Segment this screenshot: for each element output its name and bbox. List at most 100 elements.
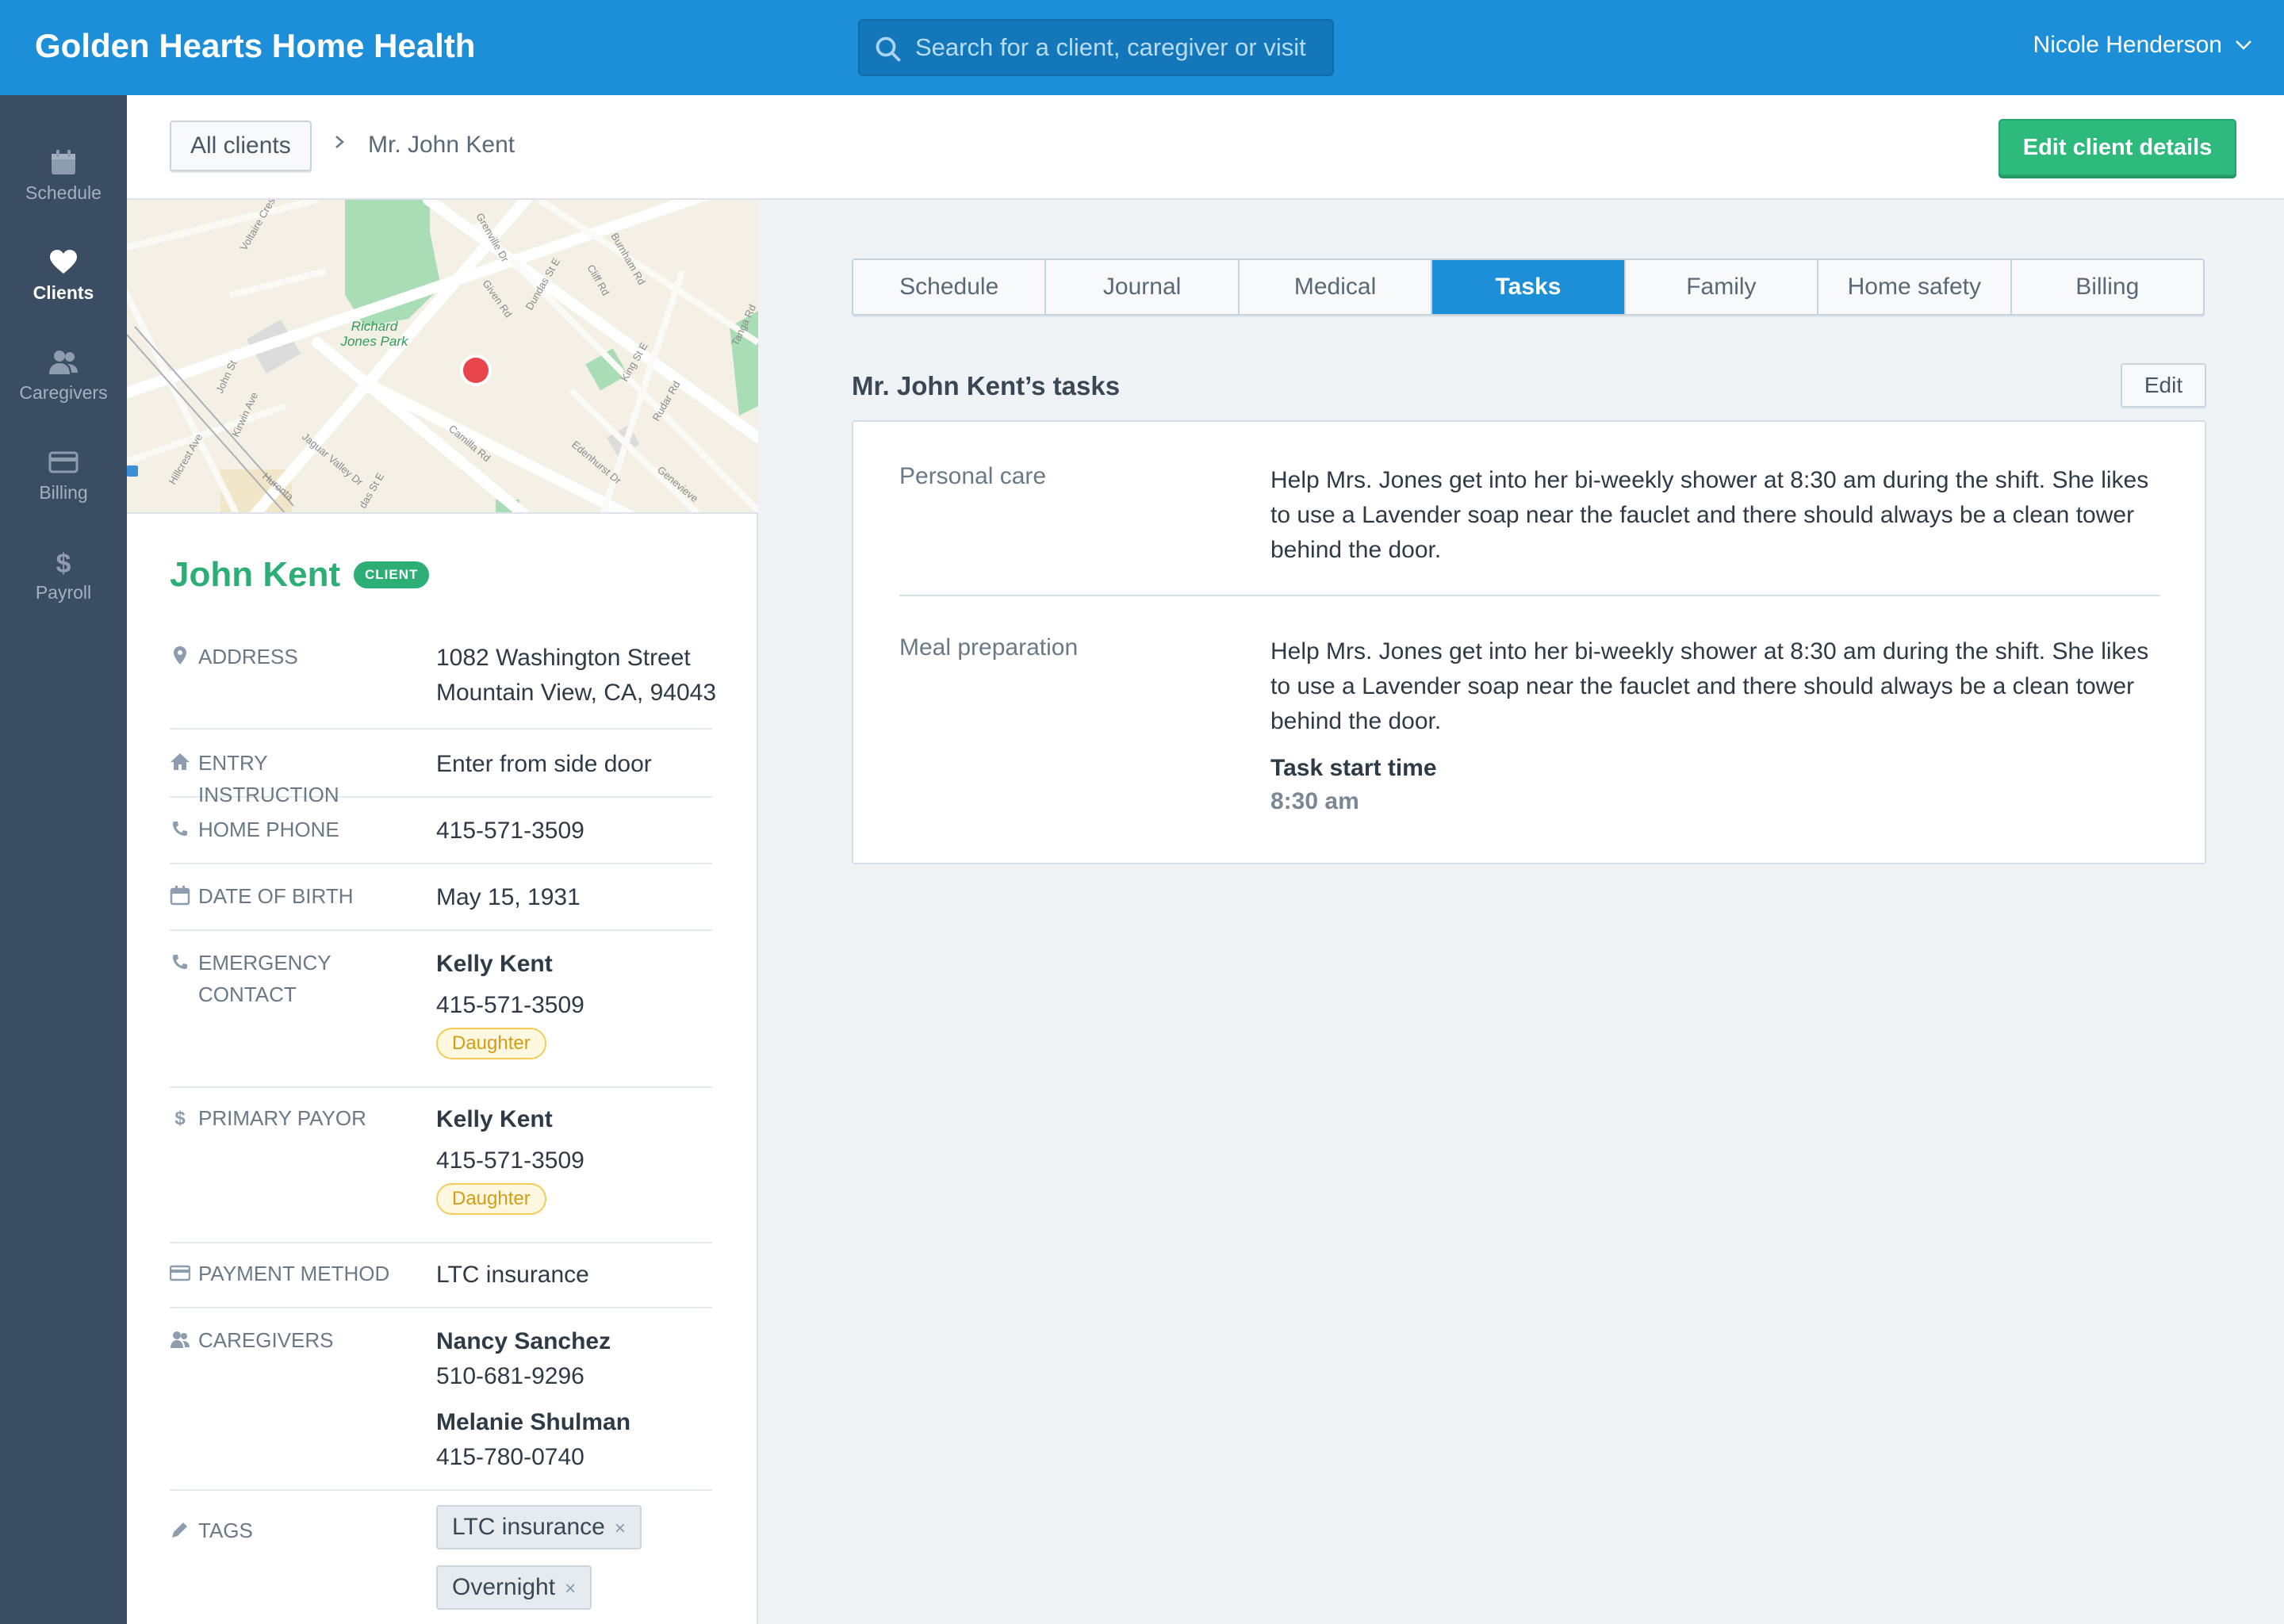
payment-value: LTC insurance — [436, 1262, 589, 1288]
tag-chip: LTC insurance × — [436, 1505, 642, 1549]
sidebar-item-billing[interactable]: Billing — [0, 449, 127, 536]
people-icon — [49, 350, 78, 374]
top-bar: Golden Hearts Home Health Nicole Henders… — [0, 0, 2284, 95]
dollar-icon: $ — [174, 1108, 186, 1128]
task-name: Personal care — [899, 463, 1047, 489]
phone-icon — [173, 822, 187, 836]
task-description: Help Mrs. Jones get into her bi-weekly s… — [1270, 638, 2149, 734]
task-start-label: Task start time — [1270, 755, 1437, 781]
task-divider — [899, 595, 2160, 596]
payor-name: Kelly Kent — [436, 1106, 553, 1132]
caregiver-phone: 510-681-9296 — [436, 1363, 584, 1389]
client-map[interactable]: Voltaire Cres John St Kirwin Ave Jaguar … — [127, 200, 758, 514]
client-panel: Voltaire Cres John St Kirwin Ave Jaguar … — [127, 200, 758, 1624]
sidebar-item-clients[interactable]: Clients — [0, 249, 127, 336]
heart-icon — [50, 250, 77, 274]
dollar-icon: $ — [56, 549, 71, 576]
app-title: Golden Hearts Home Health — [35, 27, 476, 64]
sidebar-item-label: Billing — [39, 482, 88, 503]
sidebar-item-label: Clients — [33, 282, 94, 303]
caregiver-name[interactable]: Nancy Sanchez — [436, 1324, 722, 1359]
remove-tag-button[interactable]: × — [565, 1578, 576, 1599]
sidebar: Schedule Clients Caregivers Billing $ Pa… — [0, 95, 127, 1624]
tab-home-safety[interactable]: Home safety — [1818, 260, 2012, 314]
task-name: Meal preparation — [899, 634, 1079, 661]
svg-text:$: $ — [174, 1108, 186, 1128]
home-phone-label: HOME PHONE — [198, 818, 339, 841]
chevron-right-icon — [335, 136, 344, 148]
calendar-icon — [170, 886, 190, 906]
emergency-phone: 415-571-3509 — [436, 992, 584, 1018]
tag-chip: Overnight × — [436, 1565, 592, 1610]
client-tabs: Schedule Journal Medical Tasks Family Ho… — [852, 259, 2205, 316]
payment-label: PAYMENT METHOD — [198, 1262, 390, 1285]
svg-text:$: $ — [56, 549, 71, 576]
address-label: ADDRESS — [198, 645, 298, 668]
task-start-value: 8:30 am — [1270, 788, 1359, 814]
home-icon — [171, 753, 190, 770]
card-icon — [170, 1265, 190, 1281]
tab-journal[interactable]: Journal — [1046, 260, 1240, 314]
relation-tag: Daughter — [436, 1183, 546, 1215]
remove-tag-button[interactable]: × — [615, 1518, 626, 1539]
relation-tag: Daughter — [436, 1028, 546, 1059]
tab-family[interactable]: Family — [1626, 260, 1819, 314]
people-icon — [171, 1331, 190, 1348]
map-park-label: Jones Park — [339, 334, 409, 349]
caregiver-name[interactable]: Melanie Shulman — [436, 1405, 722, 1440]
search-box[interactable] — [858, 19, 1334, 76]
sidebar-item-caregivers[interactable]: Caregivers — [0, 349, 127, 436]
info-row-home-phone: HOME PHONE 415-571-3509 — [170, 814, 712, 864]
sidebar-item-label: Caregivers — [19, 382, 108, 403]
sidebar-item-label: Payroll — [35, 582, 92, 603]
edit-client-details-button[interactable]: Edit client details — [1998, 119, 2236, 176]
emergency-label-2: CONTACT — [198, 982, 297, 1006]
header-band: All clients Mr. John Kent Edit client de… — [127, 95, 2284, 200]
tags-label: TAGS — [198, 1519, 253, 1542]
map-park-label: Richard — [351, 319, 398, 334]
address-line2: Mountain View, CA, 94043 — [436, 680, 717, 706]
info-row-dob: DATE OF BIRTH May 15, 1931 — [170, 880, 712, 931]
info-row-entry: ENTRY INSTRUCTION Enter from side door — [170, 747, 712, 806]
user-name: Nicole Henderson — [2033, 32, 2222, 58]
phone-icon — [173, 955, 187, 969]
pencil-icon — [172, 1522, 187, 1538]
breadcrumb-current: Mr. John Kent — [368, 132, 515, 158]
address-line1: 1082 Washington Street — [436, 645, 691, 671]
entry-label: ENTRY INSTRUCTION — [198, 751, 339, 806]
calendar-icon — [52, 150, 75, 174]
all-clients-button[interactable]: All clients — [170, 121, 312, 171]
tasks-title: Mr. John Kent’s tasks — [852, 371, 1121, 400]
tab-tasks[interactable]: Tasks — [1432, 260, 1626, 314]
client-name: John Kent — [170, 555, 341, 594]
sidebar-item-label: Schedule — [25, 182, 102, 203]
sidebar-item-payroll[interactable]: $ Payroll — [0, 549, 127, 636]
emergency-label: EMERGENCY — [198, 951, 331, 975]
info-row-address: ADDRESS 1082 Washington Street Mountain … — [170, 641, 716, 730]
edit-tasks-button[interactable]: Edit — [2121, 363, 2206, 408]
payor-phone: 415-571-3509 — [436, 1147, 584, 1174]
chevron-down-icon — [2236, 40, 2251, 50]
tab-medical[interactable]: Medical — [1240, 260, 1433, 314]
card-icon — [48, 451, 79, 473]
info-row-payor: $ PRIMARY PAYOR Kelly Kent 415-571-3509 … — [170, 1102, 712, 1243]
task-item: Personal care Help Mrs. Jones get into h… — [899, 463, 2160, 574]
info-row-payment: PAYMENT METHOD LTC insurance — [170, 1258, 712, 1308]
tasks-card: Personal care Help Mrs. Jones get into h… — [852, 420, 2206, 864]
task-item: Meal preparation Help Mrs. Jones get int… — [899, 634, 2160, 841]
client-badge: CLIENT — [354, 561, 430, 588]
info-row-tags: TAGS LTC insurance × Overnight × — [170, 1505, 712, 1624]
search-input[interactable] — [915, 21, 1328, 75]
sidebar-item-schedule[interactable]: Schedule — [0, 149, 127, 236]
map-graphic: Voltaire Cres John St Kirwin Ave Jaguar … — [127, 200, 758, 512]
task-description: Help Mrs. Jones get into her bi-weekly s… — [1270, 467, 2149, 563]
user-menu[interactable]: Nicole Henderson — [2033, 32, 2252, 59]
tab-billing[interactable]: Billing — [2012, 260, 2203, 314]
dob-value: May 15, 1931 — [436, 884, 581, 910]
tab-schedule[interactable]: Schedule — [853, 260, 1047, 314]
dob-label: DATE OF BIRTH — [198, 884, 354, 908]
info-row-emergency: EMERGENCY CONTACT Kelly Kent 415-571-3509… — [170, 947, 712, 1088]
caregiver-phone: 415-780-0740 — [436, 1444, 584, 1470]
caregivers-label: CAREGIVERS — [198, 1328, 334, 1352]
location-pin-icon — [174, 646, 186, 665]
